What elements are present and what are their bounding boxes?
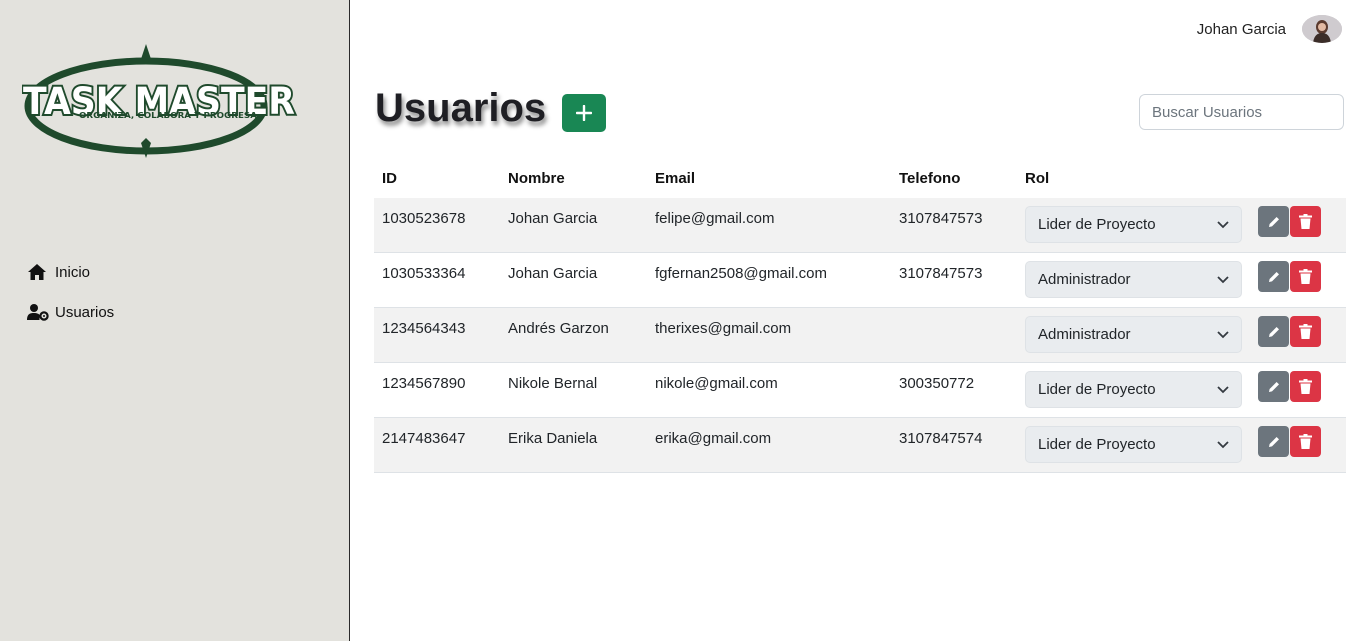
chevron-down-icon [1217,275,1229,283]
cell-id: 1234567890 [382,375,466,392]
pencil-icon [1268,271,1279,282]
cell-name: Johan Garcia [508,210,598,227]
add-user-button[interactable] [562,94,606,132]
delete-button[interactable] [1290,261,1321,292]
sidebar: TASK MASTER ORGANIZA, COLABORA Y PROGRES… [0,0,350,641]
user-name: Johan Garcia [1196,20,1286,38]
logo-tagline: ORGANIZA, COLABORA Y PROGRESA [79,111,257,120]
role-select[interactable]: Lider de Proyecto [1025,206,1242,243]
cell-email: erika@gmail.com [655,430,772,447]
role-select-value: Lider de Proyecto [1038,381,1156,398]
chevron-down-icon [1217,385,1229,393]
sidebar-item-label: Usuarios [55,303,115,321]
column-header-telefono: Telefono [899,170,961,187]
trash-icon [1299,269,1312,284]
pencil-icon [1268,216,1279,227]
cell-email: nikole@gmail.com [655,375,778,392]
role-select-value: Lider de Proyecto [1038,216,1156,233]
sidebar-item-inicio[interactable]: Inicio [27,263,90,281]
role-select[interactable]: Lider de Proyecto [1025,426,1242,463]
cell-phone: 3107847573 [899,265,983,282]
edit-button[interactable] [1258,206,1289,237]
cell-id: 2147483647 [382,430,466,447]
role-select-value: Administrador [1038,326,1131,343]
delete-button[interactable] [1290,371,1321,402]
cell-phone: 300350772 [899,375,975,392]
cell-id: 1030523678 [382,210,466,227]
table-row: 2147483647 Erika Daniela erika@gmail.com… [374,418,1346,473]
chevron-down-icon [1217,220,1229,228]
table-header: ID Nombre Email Telefono Rol [374,160,1346,199]
cell-email: fgfernan2508@gmail.com [655,265,827,282]
table-row: 1234567890 Nikole Bernal nikole@gmail.co… [374,363,1346,418]
column-header-id: ID [382,170,397,187]
page-title: Usuarios [375,86,547,130]
cell-id: 1234564343 [382,320,466,337]
trash-icon [1299,434,1312,449]
edit-button[interactable] [1258,261,1289,292]
trash-icon [1299,214,1312,229]
pencil-icon [1268,326,1279,337]
edit-button[interactable] [1258,426,1289,457]
column-header-rol: Rol [1025,170,1050,187]
pencil-icon [1268,436,1279,447]
task-master-logo[interactable]: TASK MASTER ORGANIZA, COLABORA Y PROGRES… [21,42,302,164]
chevron-down-icon [1217,330,1229,338]
cell-name: Johan Garcia [508,265,598,282]
table-row: 1030533364 Johan Garcia fgfernan2508@gma… [374,253,1346,308]
delete-button[interactable] [1290,206,1321,237]
delete-button[interactable] [1290,316,1321,347]
edit-button[interactable] [1258,371,1289,402]
users-table: ID Nombre Email Telefono Rol 1030523678 … [374,160,1346,473]
trash-icon [1299,324,1312,339]
role-select[interactable]: Administrador [1025,261,1242,298]
user-menu[interactable]: Johan Garcia [1197,15,1342,43]
sidebar-item-label: Inicio [55,263,91,281]
role-select[interactable]: Administrador [1025,316,1242,353]
cell-phone: 3107847574 [899,430,983,447]
cell-name: Andrés Garzon [508,320,609,337]
cell-name: Erika Daniela [508,430,598,447]
cell-id: 1030533364 [382,265,466,282]
edit-button[interactable] [1258,316,1289,347]
role-select-value: Administrador [1038,271,1131,288]
chevron-down-icon [1217,440,1229,448]
cell-name: Nikole Bernal [508,375,598,392]
plus-icon [576,105,592,121]
column-header-email: Email [655,170,696,187]
table-row: 1030523678 Johan Garcia felipe@gmail.com… [374,198,1346,253]
cell-phone: 3107847573 [899,210,983,227]
trash-icon [1299,379,1312,394]
user-gear-icon [27,303,49,321]
column-header-nombre: Nombre [508,170,565,187]
cell-email: therixes@gmail.com [655,320,792,337]
table-row: 1234564343 Andrés Garzon therixes@gmail.… [374,308,1346,363]
avatar[interactable] [1302,15,1342,43]
cell-email: felipe@gmail.com [655,210,775,227]
role-select[interactable]: Lider de Proyecto [1025,371,1242,408]
home-icon [27,263,49,281]
search-input[interactable] [1139,94,1344,130]
sidebar-item-usuarios[interactable]: Usuarios [27,303,114,321]
pencil-icon [1268,381,1279,392]
role-select-value: Lider de Proyecto [1038,436,1156,453]
delete-button[interactable] [1290,426,1321,457]
